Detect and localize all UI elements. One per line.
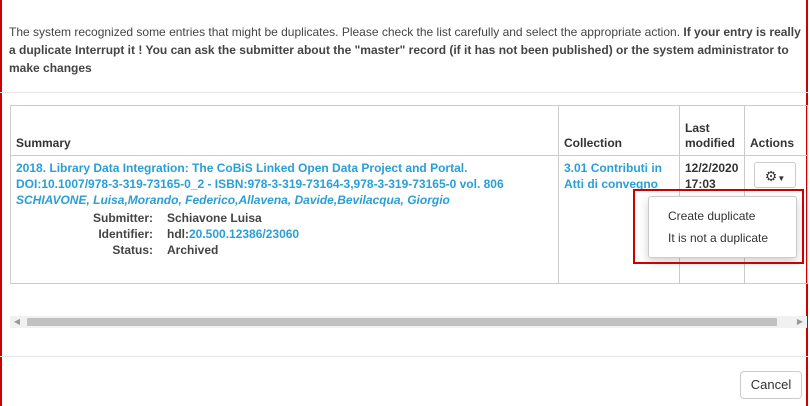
caret-down-icon: ▼ [777, 174, 786, 183]
item-title-link[interactable]: 2018. Library Data Integration: The CoBi… [16, 161, 467, 175]
header-collection[interactable]: Collection [558, 105, 680, 156]
footer-divider [0, 356, 808, 357]
header-last-modified[interactable]: Last modified [679, 105, 745, 156]
scroll-left-icon[interactable]: ◀ [10, 316, 24, 328]
collection-link[interactable]: 3.01 Contributi in Atti di convegno [564, 160, 674, 192]
item-doi-link[interactable]: DOI:10.1007/978-3-319-73165-0_2 - ISBN:9… [16, 177, 504, 191]
header-summary[interactable]: Summary [10, 105, 559, 156]
gear-icon: ⚙ [764, 168, 778, 184]
table-header-row: Summary Collection Last modified Actions [10, 105, 808, 156]
submitter-label: Submitter: [93, 211, 153, 225]
last-modified-value: 12/2/2020 17:03 [685, 161, 739, 191]
actions-dropdown-button[interactable]: ⚙▼ [754, 162, 796, 188]
notice-text: The system recognized some entries that … [9, 25, 681, 39]
cancel-button[interactable]: Cancel [740, 371, 802, 399]
submitter-value: Schiavone Luisa [167, 211, 262, 225]
identifier-link[interactable]: 20.500.12386/23060 [189, 227, 299, 241]
summary-cell: 2018. Library Data Integration: The CoBi… [10, 155, 559, 284]
header-actions: Actions [744, 105, 808, 156]
item-meta: Submitter: Schiavone Luisa Identifier: h… [16, 210, 553, 258]
divider [0, 92, 808, 93]
status-label: Status: [112, 243, 153, 257]
highlight-box [633, 189, 804, 264]
duplicate-notice: The system recognized some entries that … [9, 23, 804, 77]
status-value: Archived [167, 243, 219, 257]
identifier-prefix: hdl: [167, 227, 189, 241]
item-authors-link[interactable]: SCHIAVONE, Luisa,Morando, Federico,Allav… [16, 193, 450, 207]
identifier-label: Identifier: [98, 227, 153, 241]
scroll-right-icon[interactable]: ▶ [793, 316, 807, 328]
horizontal-scrollbar[interactable]: ◀ ▶ [10, 316, 807, 328]
scroll-thumb[interactable] [27, 318, 777, 326]
